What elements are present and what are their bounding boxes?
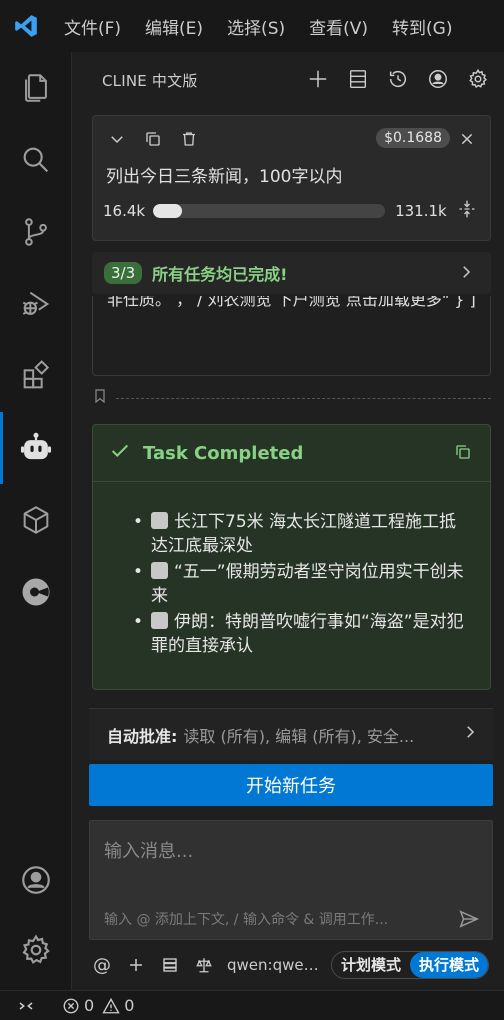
panel-title: CLINE 中文版 — [102, 71, 198, 90]
menu-file[interactable]: 文件(F) — [64, 14, 121, 39]
list-item: 长江下75米 海太长江隧道工程施工抵达江底最深处 — [133, 510, 470, 558]
explorer-icon[interactable] — [0, 52, 72, 124]
chevron-right-icon — [457, 263, 475, 285]
message-input[interactable] — [90, 821, 494, 881]
task-progress-bar[interactable]: 3/3 所有任务均已完成! — [92, 252, 491, 294]
panel-actions — [306, 66, 490, 92]
act-mode-option[interactable]: 执行模式 — [410, 952, 489, 978]
settings-icon[interactable] — [0, 914, 72, 986]
history-list-icon[interactable] — [346, 66, 370, 92]
menu-edit[interactable]: 编辑(E) — [145, 14, 203, 39]
source-control-icon[interactable] — [0, 196, 72, 268]
chat-input-box: 输入 @ 添加上下文, / 输入命令 & 调用工作... — [89, 820, 494, 940]
context-progress-fill — [153, 204, 183, 218]
task-header-toolbar: $0.1688 — [93, 116, 490, 162]
checkbox-icon — [151, 512, 168, 529]
checkbox-icon — [151, 612, 168, 629]
news-item-text: 伊朗：特朗普吹嘘行事如“海盗”是对犯罪的直接承认 — [151, 612, 464, 656]
account-icon[interactable] — [426, 66, 450, 92]
copy-icon[interactable] — [454, 443, 472, 465]
tokens-max: 131.1k — [395, 202, 447, 220]
context-window-row: 16.4k 131.1k — [93, 192, 490, 230]
rules-scale-icon[interactable] — [191, 952, 217, 978]
chevron-down-icon[interactable] — [105, 127, 129, 151]
list-item: 伊朗：特朗普吹嘘行事如“海盗”是对犯罪的直接承认 — [133, 610, 470, 658]
bookmark-icon[interactable] — [92, 388, 108, 408]
checkbox-icon — [151, 562, 168, 579]
menu-selection[interactable]: 选择(S) — [227, 14, 285, 39]
progress-count-badge: 3/3 — [104, 262, 143, 284]
compress-icon[interactable] — [457, 199, 477, 223]
mode-toggle[interactable]: 计划模式 执行模式 — [331, 951, 490, 979]
at-mention-icon[interactable]: @ — [89, 952, 115, 978]
task-completed-title: Task Completed — [143, 442, 304, 464]
news-list: 长江下75米 海太长江隧道工程施工抵达江底最深处 “五一”假期劳动者坚守岗位用实… — [93, 482, 490, 658]
activity-bar — [0, 52, 72, 990]
menu-bar: 文件(F) 编辑(E) 选择(S) 查看(V) 转到(G) — [0, 0, 504, 52]
auto-approve-value: 读取 (所有), 编辑 (所有), 安全... — [183, 726, 415, 746]
input-hint: 输入 @ 添加上下文, / 输入命令 & 调用工作... — [104, 912, 389, 928]
menu-go[interactable]: 转到(G) — [392, 14, 452, 39]
vscode-logo-icon — [0, 0, 52, 52]
copy-icon[interactable] — [141, 127, 165, 151]
error-count: 0 — [84, 996, 95, 1015]
task-text: 列出今日三条新闻，100字以内 — [106, 167, 343, 187]
previous-message: 非任质。 ， / 刘农测览 下户测览 点击加载更多" } ] — [92, 296, 491, 376]
context-progress-bar — [153, 204, 386, 218]
cline-panel: CLINE 中文版 $0.1688 列出今日三条新闻，100字以内 16.4k … — [73, 52, 504, 990]
auto-approve-label: 自动批准: — [107, 726, 178, 746]
model-selector[interactable]: qwen:qwen... — [227, 956, 327, 974]
cost-badge: $0.1688 — [376, 128, 450, 148]
error-icon — [63, 998, 79, 1013]
box-icon[interactable] — [0, 484, 72, 556]
input-toolbar: @ qwen:qwen... 计划模式 执行模式 — [89, 950, 499, 980]
progress-status-text: 所有任务均已完成! — [152, 265, 288, 284]
tokens-used: 16.4k — [103, 202, 146, 220]
news-item-text: 长江下75米 海太长江隧道工程施工抵达江底最深处 — [151, 512, 457, 556]
remote-icon[interactable] — [0, 991, 52, 1020]
account-icon[interactable] — [0, 844, 72, 916]
checkpoint-divider — [92, 388, 491, 408]
dashed-line — [116, 397, 491, 399]
problems-indicator[interactable]: 0 0 — [62, 996, 134, 1015]
task-header-card: $0.1688 列出今日三条新闻，100字以内 16.4k 131.1k — [92, 115, 491, 241]
start-new-task-button[interactable]: 开始新任务 — [89, 764, 493, 806]
previous-message-text: 非任质。 ， / 刘农测览 下户测览 点击加载更多" } ] — [107, 296, 476, 309]
list-item: “五一”假期劳动者坚守岗位用实干创未来 — [133, 560, 470, 608]
task-completed-header: Task Completed — [93, 425, 490, 481]
search-icon[interactable] — [0, 124, 72, 196]
history-icon[interactable] — [386, 66, 410, 92]
plan-mode-option[interactable]: 计划模式 — [332, 952, 410, 978]
warning-icon — [102, 997, 120, 1013]
server-icon[interactable] — [157, 952, 183, 978]
plus-icon[interactable] — [306, 66, 330, 92]
task-completed-card: Task Completed 长江下75米 海太长江隧道工程施工抵达江底最深处 … — [92, 424, 491, 690]
extensions-icon[interactable] — [0, 340, 72, 412]
auto-approve-bar[interactable]: 自动批准: 读取 (所有), 编辑 (所有), 安全... — [89, 708, 493, 760]
cline-icon[interactable] — [0, 412, 72, 484]
trash-icon[interactable] — [177, 127, 201, 151]
menu-view[interactable]: 查看(V) — [309, 14, 368, 39]
news-item-text: “五一”假期劳动者坚守岗位用实干创未来 — [151, 562, 464, 606]
gear-icon[interactable] — [466, 66, 490, 92]
plus-icon[interactable] — [123, 952, 149, 978]
close-icon[interactable] — [456, 128, 478, 150]
send-icon[interactable] — [456, 907, 482, 931]
chevron-right-icon — [461, 723, 479, 745]
circle-icon[interactable] — [0, 556, 72, 628]
check-icon — [109, 440, 131, 466]
warning-count: 0 — [124, 996, 135, 1015]
run-debug-icon[interactable] — [0, 268, 72, 340]
status-bar: 0 0 — [0, 990, 504, 1020]
